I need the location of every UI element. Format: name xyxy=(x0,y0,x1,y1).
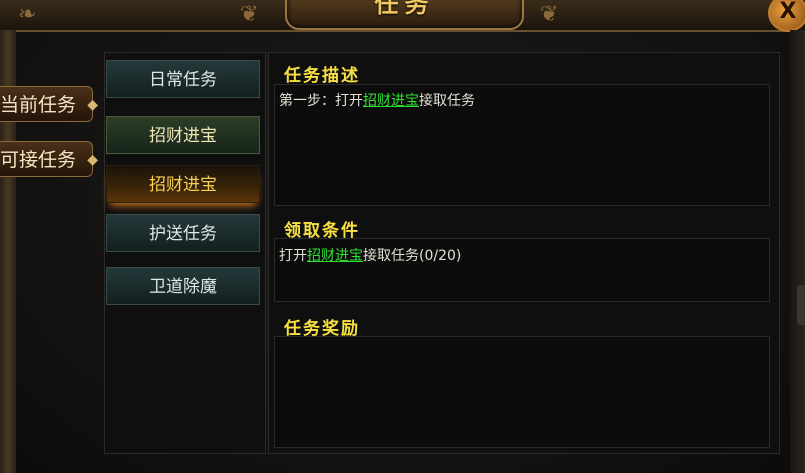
category-fortune-selected[interactable]: 招财进宝 xyxy=(106,165,260,203)
requirements-prefix: 打开 xyxy=(279,248,307,264)
description-suffix: 接取任务 xyxy=(419,93,475,109)
description-link[interactable]: 招财进宝 xyxy=(363,93,419,109)
window-title: 任务 xyxy=(374,0,435,18)
requirements-link[interactable]: 招财进宝 xyxy=(307,248,363,264)
requirements-text: 打开招财进宝接取任务(0/20) xyxy=(279,245,461,265)
right-border xyxy=(790,30,805,473)
ornament-left-icon: ❧ xyxy=(18,2,37,27)
category-fortune[interactable]: 招财进宝 xyxy=(106,116,260,154)
category-escort-quests[interactable]: 护送任务 xyxy=(106,214,260,252)
tab-current-quests[interactable]: 当前任务 ◆ xyxy=(0,86,98,122)
chevron-right-icon: ◆ xyxy=(87,152,98,168)
rewards-box xyxy=(274,336,770,448)
ornament-center-right-icon: ❦ xyxy=(540,2,559,27)
category-list xyxy=(104,52,266,454)
description-title: 任务描述 xyxy=(284,66,360,86)
title-plate: 任务 xyxy=(285,0,524,30)
chevron-right-icon: ◆ xyxy=(87,97,98,113)
description-prefix: 第一步：打开 xyxy=(279,93,363,109)
requirements-suffix: 接取任务(0/20) xyxy=(363,248,462,264)
title-bar: ❧ ❦ ❦ 任务 xyxy=(0,0,805,32)
tab-available-quests-label: 可接任务 xyxy=(0,149,77,171)
quest-window: ❧ ❦ ❦ 任务 X 当前任务 ◆ 可接任务 ◆ 日常任务 招财进宝 招财进宝 … xyxy=(0,0,805,473)
tab-current-quests-label: 当前任务 xyxy=(0,94,77,116)
ornament-center-left-icon: ❦ xyxy=(240,2,259,27)
category-demon-slaying[interactable]: 卫道除魔 xyxy=(106,267,260,305)
description-text: 第一步：打开招财进宝接取任务 xyxy=(279,90,475,110)
tab-available-quests[interactable]: 可接任务 ◆ xyxy=(0,141,98,177)
category-daily-quests[interactable]: 日常任务 xyxy=(106,60,260,98)
right-border-knob xyxy=(797,285,805,325)
